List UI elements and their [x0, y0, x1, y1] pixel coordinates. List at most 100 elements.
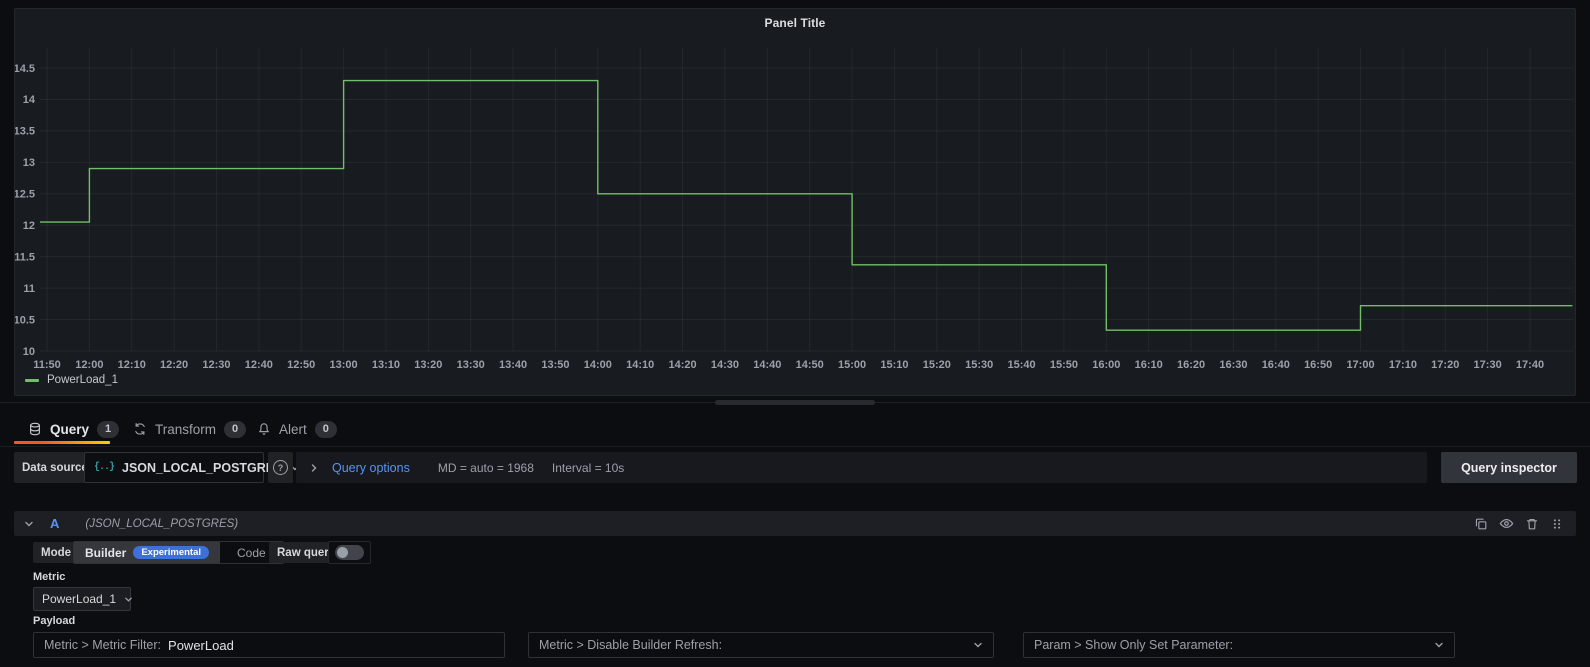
payload-label: Payload	[33, 615, 75, 627]
svg-text:17:00: 17:00	[1346, 359, 1374, 371]
svg-text:17:20: 17:20	[1431, 359, 1459, 371]
svg-text:15:20: 15:20	[923, 359, 951, 371]
chevron-down-icon	[973, 640, 983, 650]
svg-text:15:00: 15:00	[838, 359, 866, 371]
chart-canvas[interactable]: 1010.51111.51212.51313.51414.511:5012:00…	[15, 9, 1575, 395]
tab-query-count: 1	[97, 421, 119, 438]
toggle-track	[335, 545, 364, 560]
pane-resize-handle[interactable]	[715, 400, 875, 405]
tab-transform-label: Transform	[155, 422, 216, 437]
svg-text:15:30: 15:30	[965, 359, 993, 371]
svg-text:15:50: 15:50	[1050, 359, 1078, 371]
query-options-interval: Interval = 10s	[552, 461, 624, 475]
payload-field-label: Metric > Metric Filter:	[44, 638, 161, 652]
svg-text:14:30: 14:30	[711, 359, 739, 371]
mode-segmented-control: Builder Experimental Code	[73, 541, 284, 564]
tab-alert-count: 0	[315, 421, 337, 438]
raw-query-toggle[interactable]	[328, 541, 371, 564]
toggle-visibility-icon[interactable]	[1499, 516, 1514, 531]
svg-text:16:40: 16:40	[1262, 359, 1290, 371]
svg-text:13:00: 13:00	[330, 359, 358, 371]
svg-text:15:40: 15:40	[1007, 359, 1035, 371]
svg-text:14:20: 14:20	[669, 359, 697, 371]
payload-field-value: PowerLoad	[168, 638, 234, 653]
svg-text:11:50: 11:50	[33, 359, 61, 371]
svg-text:12:40: 12:40	[245, 359, 273, 371]
svg-text:10.5: 10.5	[15, 314, 35, 326]
svg-text:13:10: 13:10	[372, 359, 400, 371]
query-options-section[interactable]: Query options MD = auto = 1968 Interval …	[296, 452, 1427, 483]
toggle-knob	[337, 547, 348, 558]
timeseries-panel: Panel Title 1010.51111.51212.51313.51414…	[14, 8, 1576, 396]
drag-handle-icon[interactable]	[1550, 517, 1564, 531]
tab-alert-label: Alert	[279, 422, 307, 437]
active-tab-underline	[14, 441, 110, 444]
chevron-down-icon	[124, 595, 133, 604]
chevron-right-icon	[309, 463, 319, 473]
svg-text:14:10: 14:10	[626, 359, 654, 371]
svg-text:12:00: 12:00	[75, 359, 103, 371]
svg-text:14: 14	[23, 94, 36, 106]
collapse-chevron-icon[interactable]	[24, 519, 34, 529]
payload-field-label: Param > Show Only Set Parameter:	[1034, 638, 1233, 652]
query-options-label[interactable]: Query options	[332, 461, 410, 475]
svg-text:12:50: 12:50	[287, 359, 315, 371]
svg-text:17:10: 17:10	[1389, 359, 1417, 371]
svg-text:11.5: 11.5	[15, 251, 35, 263]
payload-field-disable-builder-refresh[interactable]: Metric > Disable Builder Refresh:	[528, 632, 994, 658]
help-circle-icon: ?	[273, 460, 288, 475]
svg-text:13:20: 13:20	[414, 359, 442, 371]
tab-query-label: Query	[50, 422, 89, 437]
transform-icon	[133, 422, 147, 436]
svg-text:13:30: 13:30	[457, 359, 485, 371]
duplicate-query-icon[interactable]	[1474, 517, 1488, 531]
legend-series-label: PowerLoad_1	[47, 374, 118, 386]
query-row-header: A (JSON_LOCAL_POSTGRES)	[14, 511, 1576, 536]
legend-item[interactable]: PowerLoad_1	[25, 374, 118, 386]
editor-tabbar: Query 1 Transform 0 Alert 0	[0, 414, 1590, 447]
svg-text:12:20: 12:20	[160, 359, 188, 371]
bell-icon	[257, 422, 271, 436]
svg-text:10: 10	[23, 346, 35, 358]
svg-text:17:40: 17:40	[1516, 359, 1544, 371]
svg-text:16:20: 16:20	[1177, 359, 1205, 371]
metric-select[interactable]: PowerLoad_1	[33, 587, 131, 611]
tab-alert[interactable]: Alert 0	[257, 414, 337, 444]
svg-text:12:30: 12:30	[202, 359, 230, 371]
delete-query-icon[interactable]	[1525, 517, 1539, 531]
query-inspector-button[interactable]: Query inspector	[1441, 452, 1577, 483]
svg-text:15:10: 15:10	[880, 359, 908, 371]
query-refid[interactable]: A	[50, 516, 59, 531]
tab-transform-count: 0	[224, 421, 246, 438]
metric-label: Metric	[33, 571, 65, 583]
builder-label: Builder	[85, 546, 126, 560]
svg-text:14.5: 14.5	[15, 63, 35, 75]
payload-field-metric-filter[interactable]: Metric > Metric Filter: PowerLoad	[33, 632, 505, 658]
payload-field-show-only-set-parameter[interactable]: Param > Show Only Set Parameter:	[1023, 632, 1455, 658]
tab-query[interactable]: Query 1	[28, 414, 119, 444]
datasource-picker[interactable]: {..} JSON_LOCAL_POSTGRES	[84, 452, 264, 483]
mode-builder-button[interactable]: Builder Experimental	[74, 542, 220, 563]
svg-text:13.5: 13.5	[15, 126, 35, 138]
svg-text:12:10: 12:10	[118, 359, 146, 371]
metric-selected-value: PowerLoad_1	[42, 592, 116, 606]
legend-series-swatch	[25, 379, 39, 382]
svg-text:16:10: 16:10	[1135, 359, 1163, 371]
svg-text:13:40: 13:40	[499, 359, 527, 371]
svg-text:13:50: 13:50	[541, 359, 569, 371]
svg-text:16:50: 16:50	[1304, 359, 1332, 371]
svg-text:17:30: 17:30	[1474, 359, 1502, 371]
payload-field-label: Metric > Disable Builder Refresh:	[539, 638, 722, 652]
experimental-badge: Experimental	[133, 546, 209, 560]
query-options-maxdatapoints: MD = auto = 1968	[438, 461, 534, 475]
datasource-name: JSON_LOCAL_POSTGRES	[122, 461, 282, 475]
svg-text:16:00: 16:00	[1092, 359, 1120, 371]
svg-text:16:30: 16:30	[1219, 359, 1247, 371]
svg-text:12.5: 12.5	[15, 189, 35, 201]
svg-text:11: 11	[23, 283, 35, 295]
svg-text:12: 12	[23, 220, 35, 232]
datasource-help-button[interactable]: ?	[268, 452, 293, 483]
tab-transform[interactable]: Transform 0	[133, 414, 246, 444]
svg-text:14:00: 14:00	[584, 359, 612, 371]
chevron-down-icon	[1434, 640, 1444, 650]
